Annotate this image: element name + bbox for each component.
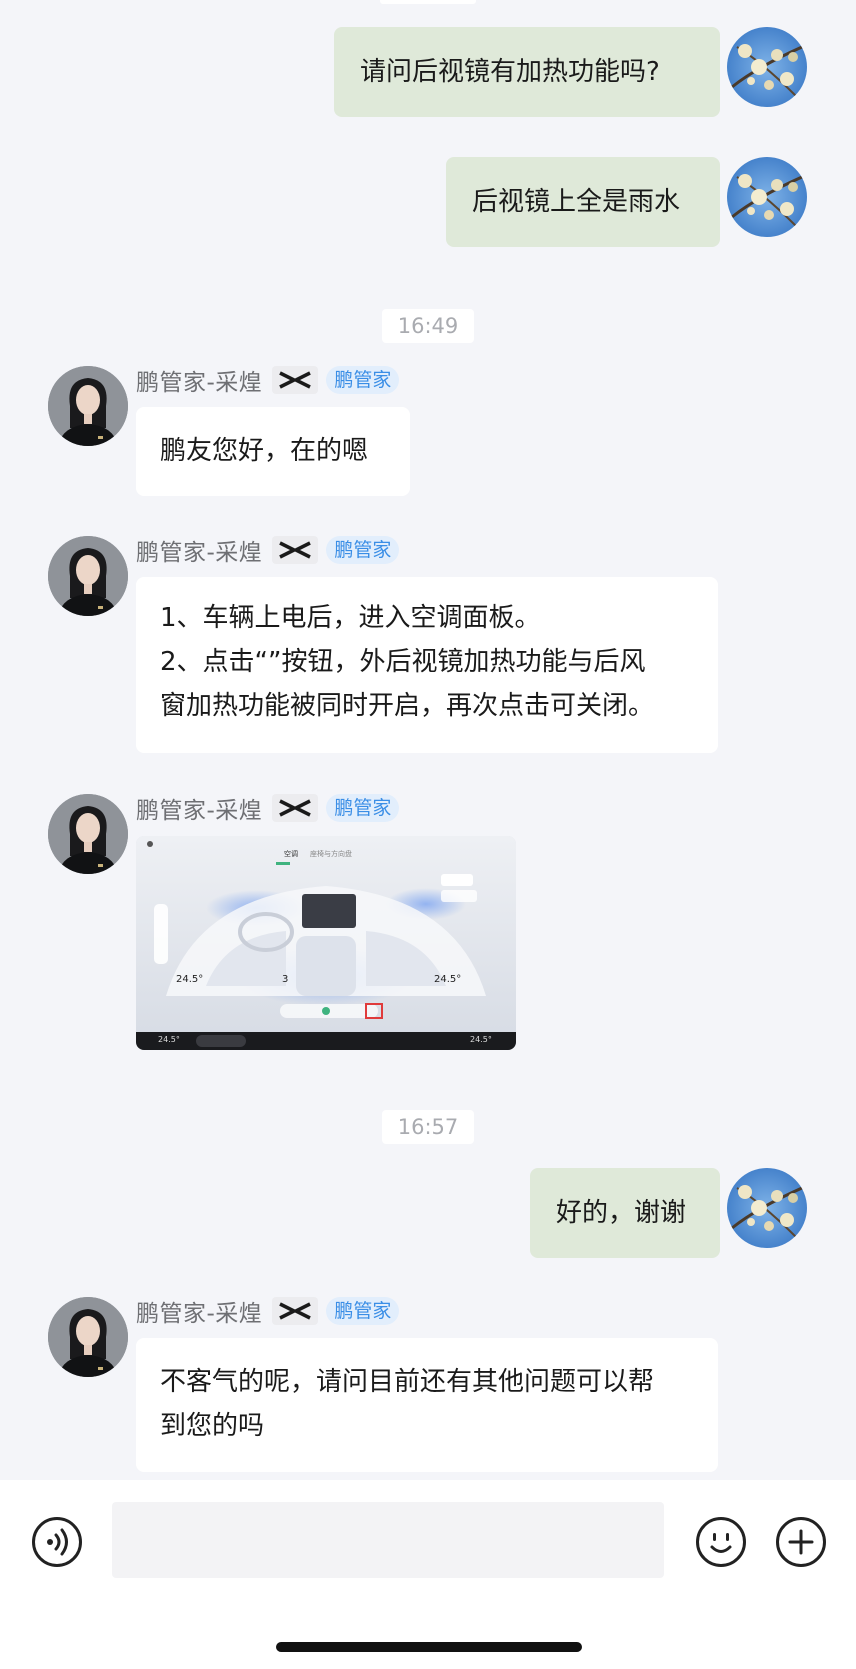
timestamp: 16:49: [382, 309, 474, 343]
sender-row: 鹏管家-采煌 鹏管家: [136, 791, 400, 825]
message-line: 1、车辆上电后，进入空调面板。: [160, 603, 541, 633]
voice-icon[interactable]: [32, 1517, 82, 1567]
sender-row: 鹏管家-采煌 鹏管家: [136, 533, 400, 567]
screenshot-tab-seat: 座椅与方向盘: [310, 850, 352, 858]
screenshot-temp-left: 24.5°: [176, 974, 204, 985]
brand-logo-icon: [272, 794, 319, 822]
role-badge: 鹏管家: [326, 366, 400, 394]
user-avatar[interactable]: [727, 157, 807, 237]
role-badge: 鹏管家: [326, 536, 400, 564]
chat-input-bar: [0, 1480, 856, 1669]
sender-name: 鹏管家-采煌: [136, 370, 263, 396]
agent-avatar[interactable]: [48, 536, 128, 616]
home-indicator[interactable]: [276, 1642, 582, 1652]
message-line: 2、点击“”按钮，外后视镜加热功能与后风: [160, 647, 646, 677]
sender-row: 鹏管家-采煌 鹏管家: [136, 363, 400, 397]
brand-logo-icon: [272, 536, 319, 564]
screenshot-fan-level: 3: [282, 974, 289, 985]
role-badge: 鹏管家: [326, 1297, 400, 1325]
sender-name: 鹏管家-采煌: [136, 540, 263, 566]
brand-logo-icon: [272, 366, 319, 394]
incoming-message[interactable]: 鹏友您好，在的嗯: [136, 407, 410, 496]
message-text: 后视镜上全是雨水: [472, 187, 681, 217]
user-avatar[interactable]: [727, 1168, 807, 1248]
incoming-message[interactable]: 1、车辆上电后，进入空调面板。 2、点击“”按钮，外后视镜加热功能与后风 窗加热…: [136, 577, 718, 753]
agent-avatar[interactable]: [48, 1297, 128, 1377]
message-text: 好的，谢谢: [556, 1198, 687, 1228]
screenshot-temp-right: 24.5°: [434, 974, 462, 985]
sender-row: 鹏管家-采煌 鹏管家: [136, 1294, 400, 1328]
message-line: 窗加热功能被同时开启，再次点击可关闭。: [160, 691, 655, 721]
top-edge-tab: [380, 0, 476, 4]
screenshot-tab-ac: 空调: [284, 850, 298, 858]
screenshot-dock-temp-left: 24.5°: [158, 1035, 180, 1044]
image-message[interactable]: 空调 座椅与方向盘 24.5° 24.5° 3 24.5° 24.5°: [136, 836, 516, 1050]
incoming-message[interactable]: 不客气的呢，请问目前还有其他问题可以帮 到您的吗: [136, 1338, 718, 1472]
agent-avatar[interactable]: [48, 794, 128, 874]
message-input[interactable]: [112, 1502, 664, 1578]
message-line: 不客气的呢，请问目前还有其他问题可以帮: [160, 1367, 655, 1397]
sender-name: 鹏管家-采煌: [136, 1301, 263, 1327]
sender-name: 鹏管家-采煌: [136, 798, 263, 824]
outgoing-message[interactable]: 后视镜上全是雨水: [446, 157, 720, 247]
emoji-icon[interactable]: [696, 1517, 746, 1567]
user-avatar[interactable]: [727, 27, 807, 107]
role-badge: 鹏管家: [326, 794, 400, 822]
plus-icon[interactable]: [776, 1517, 826, 1567]
outgoing-message[interactable]: 请问后视镜有加热功能吗?: [334, 27, 720, 117]
screenshot-dock-temp-right: 24.5°: [470, 1035, 492, 1044]
brand-logo-icon: [272, 1297, 319, 1325]
message-text: 请问后视镜有加热功能吗?: [360, 57, 660, 87]
timestamp: 16:57: [382, 1110, 474, 1144]
message-text: 鹏友您好，在的嗯: [160, 436, 369, 466]
outgoing-message[interactable]: 好的，谢谢: [530, 1168, 720, 1258]
message-line: 到您的吗: [160, 1411, 265, 1441]
agent-avatar[interactable]: [48, 366, 128, 446]
